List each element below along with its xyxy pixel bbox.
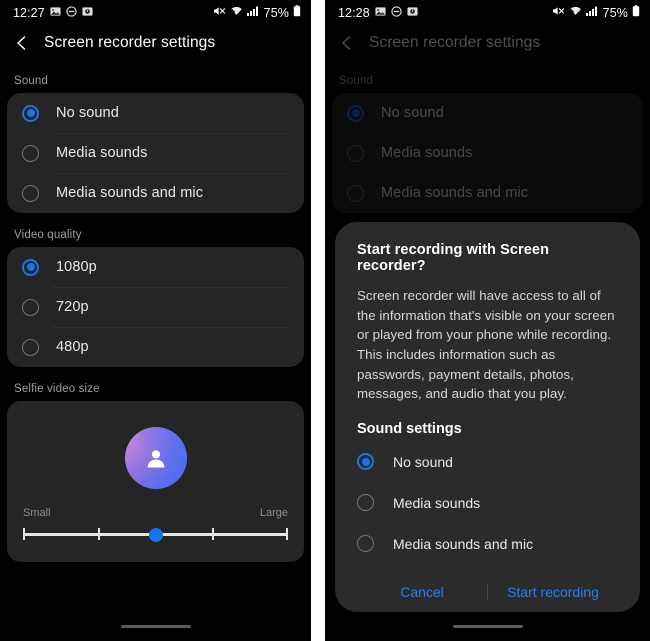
page-title: Screen recorder settings — [369, 34, 541, 51]
radio-indicator[interactable] — [22, 298, 39, 316]
page-title: Screen recorder settings — [44, 34, 216, 51]
screenshot-stage: 12:27 75% Screen recorder settings Sound… — [0, 0, 650, 641]
mute-icon — [213, 5, 226, 20]
radio-row-media-sounds[interactable]: Media sounds — [7, 133, 304, 173]
radio-label: 1080p — [56, 259, 97, 275]
section-label-video-quality: Video quality — [14, 229, 82, 241]
radio-row-media-sounds: Media sounds — [332, 133, 643, 173]
radio-indicator[interactable] — [357, 535, 374, 553]
app-bar-right: Screen recorder settings — [325, 25, 650, 61]
status-bar-left-group: 12:27 — [13, 6, 93, 20]
avatar-preview — [21, 415, 290, 507]
cancel-button[interactable]: Cancel — [357, 578, 487, 606]
battery-percent: 75% — [263, 5, 289, 20]
back-chevron-icon[interactable] — [14, 35, 30, 51]
radio-indicator[interactable] — [22, 338, 39, 356]
status-bar-left: 12:27 75% — [0, 0, 311, 25]
wifi-icon — [229, 5, 243, 20]
slider-max-label: Large — [259, 507, 288, 519]
radio-indicator — [347, 104, 364, 122]
radio-indicator[interactable] — [357, 453, 374, 471]
slider-tick — [286, 528, 288, 540]
slider-tick — [97, 528, 100, 540]
alarm-icon — [407, 6, 418, 20]
radio-indicator[interactable] — [22, 184, 39, 202]
status-time: 12:28 — [338, 5, 370, 20]
battery-icon — [293, 5, 301, 20]
signal-icon — [246, 5, 259, 20]
image-icon — [375, 6, 386, 20]
radio-indicator[interactable] — [357, 494, 374, 512]
radio-row-media-sounds-and-mic: Media sounds and mic — [332, 173, 643, 213]
section-label-sound: Sound — [14, 75, 49, 87]
status-bar-right: 12:28 75% — [325, 0, 650, 25]
image-icon — [50, 6, 61, 20]
status-bar-right-group: 75% — [552, 5, 640, 20]
dialog-radio-row-no-sound[interactable]: No sound — [357, 441, 618, 482]
status-bar-left-group: 12:28 — [338, 6, 418, 20]
dialog-sound-settings-title: Sound settings — [357, 421, 462, 438]
phone-panel-right: 12:28 75% Screen recorder settings Sound… — [325, 0, 650, 641]
signal-icon — [585, 5, 598, 20]
do-not-disturb-icon — [391, 5, 402, 20]
dialog-actions: Cancel Start recording — [357, 564, 618, 606]
section-label-selfie-video-size: Selfie video size — [14, 383, 100, 395]
radio-label: Media sounds and mic — [381, 185, 529, 201]
slider-thumb[interactable] — [148, 528, 163, 542]
radio-row-1080p[interactable]: 1080p — [7, 247, 304, 287]
dialog-radio-row-media-sounds[interactable]: Media sounds — [357, 482, 618, 523]
slider-tick — [212, 528, 215, 540]
back-chevron-icon — [339, 35, 355, 51]
radio-label: Media sounds — [381, 145, 473, 161]
battery-percent: 75% — [602, 5, 628, 20]
start-recording-button[interactable]: Start recording — [488, 578, 618, 606]
radio-label: No sound — [56, 105, 119, 121]
selfie-size-slider[interactable] — [23, 526, 288, 542]
section-label-sound: Sound — [339, 75, 374, 87]
radio-indicator — [347, 144, 364, 162]
person-avatar-icon — [124, 427, 187, 489]
phone-panel-left: 12:27 75% Screen recorder settings Sound… — [0, 0, 311, 641]
sound-options-card: No sound Media sounds Media sounds and m… — [7, 93, 304, 213]
selfie-video-size-card: Small Large — [7, 401, 304, 562]
home-indicator[interactable] — [452, 624, 523, 628]
radio-label: No sound — [381, 105, 444, 121]
radio-row-720p[interactable]: 720p — [7, 287, 304, 327]
status-bar-right-group: 75% — [213, 5, 301, 20]
radio-label: Media sounds and mic — [56, 185, 204, 201]
radio-indicator — [347, 184, 364, 202]
radio-label: 480p — [56, 339, 89, 355]
slider-range-labels: Small Large — [21, 507, 290, 526]
slider-min-label: Small — [23, 507, 51, 519]
radio-label: Media sounds — [56, 145, 148, 161]
alarm-icon — [82, 6, 93, 20]
video-quality-card: 1080p 720p 480p — [7, 247, 304, 367]
radio-indicator[interactable] — [22, 258, 39, 276]
wifi-icon — [568, 5, 582, 20]
do-not-disturb-icon — [66, 5, 77, 20]
radio-indicator[interactable] — [22, 104, 39, 122]
mute-icon — [552, 5, 565, 20]
slider-tick — [23, 528, 25, 540]
radio-row-no-sound[interactable]: No sound — [7, 93, 304, 133]
dialog-radio-row-media-sounds-and-mic[interactable]: Media sounds and mic — [357, 523, 618, 564]
app-bar-left: Screen recorder settings — [0, 25, 311, 61]
status-time: 12:27 — [13, 5, 45, 20]
radio-label: Media sounds — [393, 494, 481, 511]
dialog-body-text: Screen recorder will have access to all … — [357, 288, 615, 402]
radio-row-no-sound: No sound — [332, 93, 643, 133]
home-indicator[interactable] — [120, 624, 191, 628]
radio-row-480p[interactable]: 480p — [7, 327, 304, 367]
radio-label: No sound — [393, 453, 453, 470]
radio-indicator[interactable] — [22, 144, 39, 162]
radio-label: 720p — [56, 299, 89, 315]
radio-label: Media sounds and mic — [393, 535, 534, 552]
dimmed-background-content: Screen recorder settings Sound No sound … — [325, 25, 650, 213]
dialog-title: Start recording with Screen recorder? — [357, 242, 550, 274]
sound-options-card-background: No sound Media sounds Media sounds and m… — [332, 93, 643, 213]
start-recording-dialog: Start recording with Screen recorder? Sc… — [335, 222, 640, 612]
battery-icon — [632, 5, 640, 20]
radio-row-media-sounds-and-mic[interactable]: Media sounds and mic — [7, 173, 304, 213]
